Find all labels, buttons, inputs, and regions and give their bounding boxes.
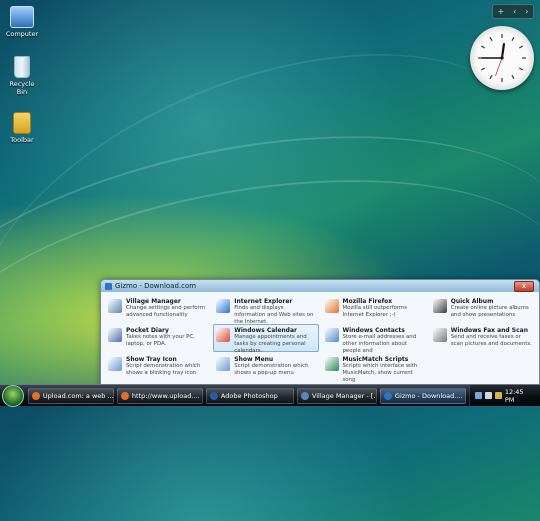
clock-gadget[interactable] (470, 26, 534, 90)
recycle-bin-icon (14, 56, 30, 78)
gizmo-item-desc: Change settings and perform advanced fun… (126, 305, 205, 318)
taskbar-button-label: http://www.upload.... (131, 391, 200, 400)
window-title: Gizmo - Download.com (115, 282, 197, 290)
gizmo-titlebar[interactable]: Gizmo - Download.com (101, 280, 539, 292)
gizmo-item-desc: Takes notes with your PC, laptop, or PDA… (126, 334, 195, 347)
ie-icon (216, 299, 231, 313)
diary-icon (108, 328, 122, 342)
gizmo-item[interactable]: MusicMatch Scripts Scripts which interfac… (322, 353, 427, 383)
gizmo-item-desc: Store e-mail addresses and other informa… (342, 334, 417, 354)
gizmo-item[interactable]: Internet Explorer Finds and displays info… (213, 295, 318, 325)
shield-icon[interactable] (494, 392, 502, 399)
gizmo-item[interactable]: Windows Contacts Store e-mail addresses a… (322, 324, 427, 354)
firefox-icon (120, 391, 129, 400)
music-icon (324, 357, 339, 371)
camera-icon (432, 299, 447, 313)
folder-icon (13, 112, 31, 134)
gears-icon (300, 391, 309, 400)
taskbar-button-label: Village Manager - [... (311, 391, 377, 400)
gizmo-item[interactable]: Village Manager Change settings and perfo… (105, 295, 210, 323)
taskbar-button-label: Adobe Photoshop (220, 391, 278, 400)
taskbar-button[interactable]: Village Manager - [... (296, 387, 377, 404)
desktop-icon-recycle-bin[interactable]: Recycle Bin (4, 56, 40, 96)
gizmo-item[interactable]: Show Tray Icon Script demonstration which… (105, 353, 210, 381)
clock-face-icon (478, 34, 526, 82)
contacts-icon (324, 328, 339, 342)
tray-clock[interactable]: 12:45 PM (505, 388, 535, 404)
gizmo-item-title: Windows Fax and Scan (450, 327, 528, 334)
taskbar: Upload.com: a web ... http://www.upload..… (0, 384, 540, 407)
gizmo-item[interactable]: Windows Fax and Scan Send and receive fax… (430, 324, 535, 352)
firefox-icon (324, 299, 339, 313)
gizmo-item-desc: Script demonstration which shows a blink… (126, 363, 201, 376)
system-tray: 12:45 PM (468, 385, 540, 406)
computer-icon (10, 6, 34, 28)
volume-icon[interactable] (484, 392, 492, 399)
gizmo-item-desc: Mozilla still outperforms Internet Explo… (342, 305, 408, 318)
desktop-icon-label: Computer (5, 30, 39, 38)
script-icon (216, 357, 231, 371)
taskbar-button-label: Gizmo - Download.... (394, 391, 463, 400)
desktop-icon-toolbar[interactable]: Toolbar (4, 112, 40, 144)
desktop-icon-label: Toolbar (10, 136, 34, 144)
desktop-icon-computer[interactable]: Computer (4, 6, 40, 38)
gizmo-item[interactable]: Show Menu Script demonstration which show… (213, 353, 318, 381)
gizmo-item-desc: Scripts which interface with MusicMatch,… (342, 363, 418, 383)
gizmo-item-title: Show Menu (234, 356, 274, 363)
gizmo-item[interactable]: Quick Album Create online picture albums … (430, 295, 535, 323)
gizmo-item-title: Show Tray Icon (126, 356, 177, 363)
gizmo-item-title: Windows Contacts (342, 327, 405, 334)
gizmo-item-title: Internet Explorer (234, 298, 293, 305)
network-icon[interactable] (474, 392, 482, 399)
taskbar-button[interactable]: http://www.upload.... (116, 387, 203, 404)
start-button[interactable] (2, 384, 24, 407)
photoshop-icon (209, 391, 218, 400)
gizmo-item-desc: Script demonstration which shows a pop-u… (234, 363, 309, 376)
gizmo-item-desc: Manage appointments and tasks by creatin… (234, 334, 307, 354)
script-icon (108, 357, 122, 371)
gizmo-item-title: Windows Calendar (234, 327, 297, 334)
gizmo-item-title: MusicMatch Scripts (342, 356, 409, 363)
gizmo-item-title: Mozilla Firefox (342, 298, 393, 305)
gizmo-item-desc: Finds and displays information and Web s… (234, 305, 314, 325)
taskbar-button-label: Upload.com: a web ... (42, 391, 114, 400)
taskbar-button[interactable]: Adobe Photoshop (205, 387, 294, 404)
task-list: Upload.com: a web ... http://www.upload..… (27, 387, 469, 404)
gears-icon (108, 299, 122, 313)
close-button[interactable]: x (514, 281, 534, 292)
gizmo-item-title: Quick Album (450, 298, 494, 305)
gizmo-item-desc: Send and receive faxes or scan pictures … (450, 334, 532, 347)
gizmo-item-title: Village Manager (126, 298, 181, 305)
gizmo-icon (383, 391, 392, 400)
firefox-icon (31, 391, 40, 400)
gizmo-window: Gizmo - Download.com x Village Manager Ch… (100, 279, 540, 387)
gizmo-icon (105, 282, 112, 290)
gizmo-item-desc: Create online picture albums and show pr… (450, 305, 529, 318)
gizmo-item-title: Pocket Diary (126, 327, 169, 334)
desktop-icon-label: Recycle Bin (9, 80, 35, 96)
calendar-icon (216, 328, 231, 342)
taskbar-button[interactable]: Gizmo - Download.... (379, 387, 466, 404)
prev-gadget-button[interactable]: ‹ (513, 7, 516, 16)
gizmo-item[interactable]: Mozilla Firefox Mozilla still outperforms… (322, 295, 427, 323)
taskbar-button[interactable]: Upload.com: a web ... (27, 387, 114, 404)
fax-icon (432, 328, 447, 342)
add-gadget-button[interactable]: + (497, 7, 504, 16)
gizmo-item[interactable]: Windows Calendar Manage appointments and … (213, 324, 319, 354)
next-gadget-button[interactable]: › (525, 7, 528, 16)
gizmo-item-grid: Village Manager Change settings and perfo… (101, 292, 539, 384)
gizmo-item[interactable]: Pocket Diary Takes notes with your PC, la… (105, 324, 210, 352)
gadget-controls: + ‹ › (492, 4, 534, 19)
